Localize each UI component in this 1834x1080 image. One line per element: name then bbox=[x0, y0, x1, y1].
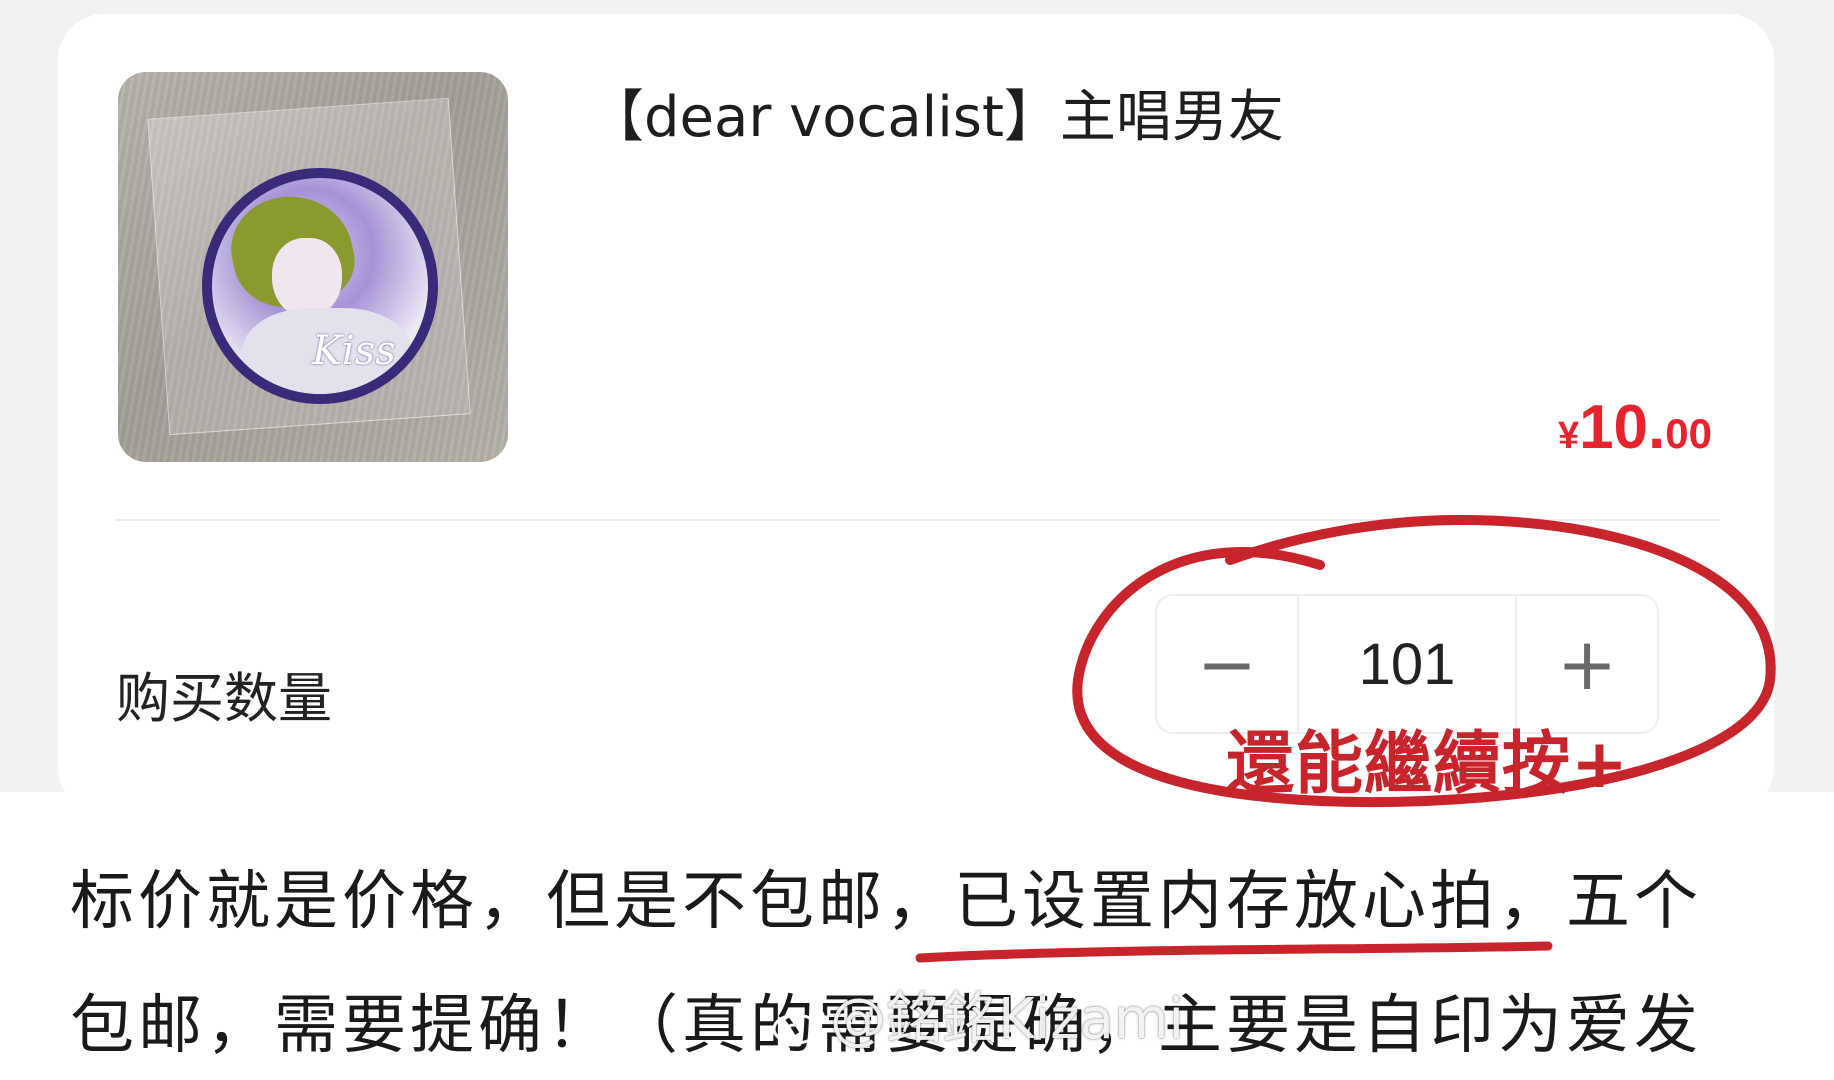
watermark-text: @銘銘Kizami bbox=[830, 987, 1185, 1052]
screenshot-root: Kiss 【dear vocalist】主唱男友 ¥10.00 购买数量 − 1… bbox=[0, 0, 1834, 1080]
weibo-logo-icon bbox=[772, 1005, 826, 1045]
price-currency: ¥ bbox=[1557, 415, 1580, 457]
watermark: @銘銘Kizami bbox=[770, 974, 1184, 1055]
caption-text: 主要是自印为爱发 bbox=[1158, 989, 1702, 1063]
product-price: ¥10.00 bbox=[1558, 392, 1712, 463]
quantity-label: 购买数量 bbox=[116, 667, 332, 730]
caption-line-1: 标价就是价格，但是不包邮，已设置内存放心拍，五个 bbox=[70, 850, 1702, 942]
caption-text: 五个 bbox=[1566, 865, 1702, 939]
character-face bbox=[272, 238, 342, 318]
annotation-text: 還能繼續按+ bbox=[1226, 725, 1629, 804]
price-integer: 10. bbox=[1579, 393, 1666, 462]
badge-illustration: Kiss bbox=[202, 168, 438, 404]
divider bbox=[116, 519, 1720, 521]
caption-area: 标价就是价格，但是不包邮，已设置内存放心拍，五个 包邮，需要提确！（真的需要提确… bbox=[0, 792, 1834, 1080]
caption-text: 标价就是价格，但是不包邮， bbox=[70, 865, 954, 939]
price-decimal: 00 bbox=[1665, 410, 1712, 457]
caption-highlight: 已设置内存放心拍， bbox=[954, 865, 1566, 939]
badge-signature: Kiss bbox=[312, 328, 396, 374]
product-image[interactable]: Kiss bbox=[118, 72, 508, 462]
product-title: 【dear vocalist】主唱男友 bbox=[588, 85, 1284, 150]
